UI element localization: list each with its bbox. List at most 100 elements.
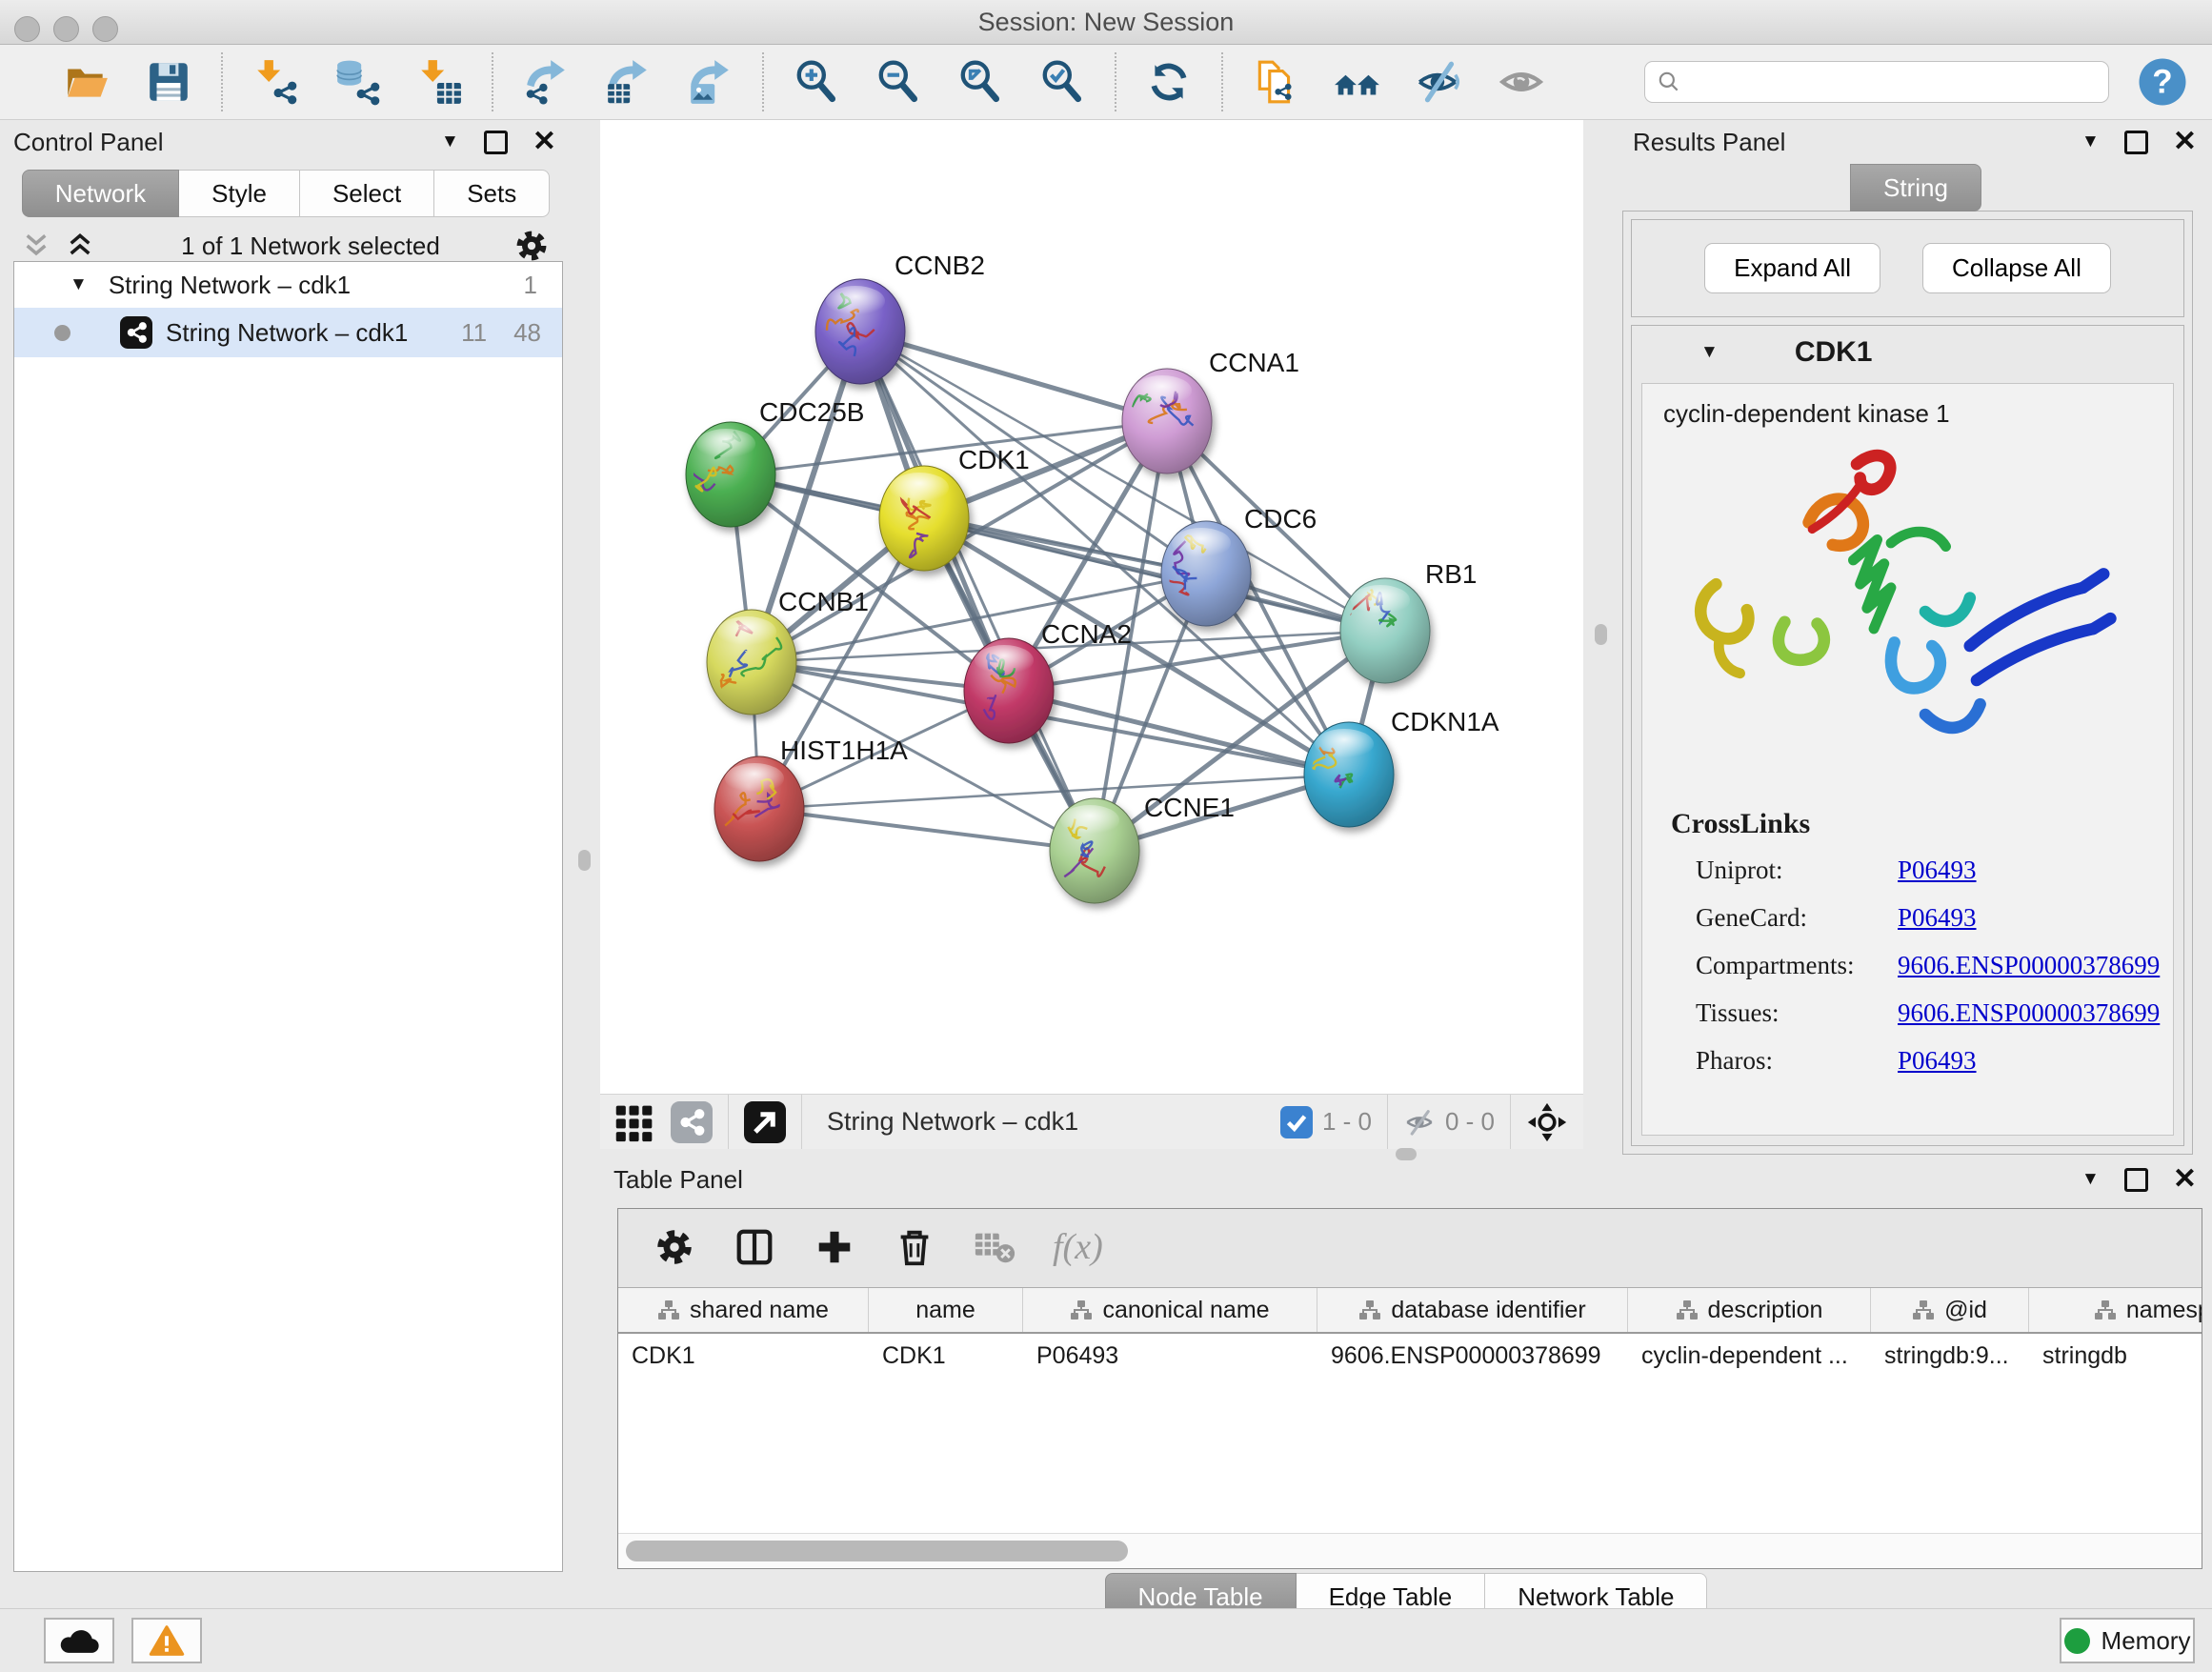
table-cell[interactable]: CDK1: [869, 1334, 1023, 1378]
crosslink-link[interactable]: 9606.ENSP00000378699: [1898, 998, 2160, 1028]
left-splitter-handle[interactable]: [578, 850, 591, 871]
results-panel-menu-icon[interactable]: ▼: [2081, 131, 2100, 152]
export-network-icon[interactable]: [522, 58, 570, 106]
save-session-icon[interactable]: [145, 58, 192, 106]
open-in-window-icon[interactable]: [744, 1101, 786, 1143]
import-network-from-file-icon[interactable]: [251, 58, 299, 106]
memory-button[interactable]: Memory: [2060, 1618, 2195, 1663]
hide-selected-icon[interactable]: [1416, 58, 1463, 106]
fit-navigator-icon[interactable]: [1526, 1101, 1568, 1143]
table-cell[interactable]: cyclin-dependent ...: [1628, 1334, 1871, 1378]
node-CDC25B[interactable]: [679, 422, 775, 527]
table-horizontal-scrollbar[interactable]: [618, 1533, 2202, 1568]
delete-table-icon[interactable]: [973, 1225, 1016, 1269]
table-cell[interactable]: stringdb:9...: [1871, 1334, 2029, 1378]
network-canvas[interactable]: CCNB2 CCNA1 CDC25B CDK1 CDC6 RB1: [600, 120, 1583, 1094]
show-columns-icon[interactable]: [733, 1225, 776, 1269]
network-options-gear-icon[interactable]: [513, 227, 551, 265]
results-panel-close-icon[interactable]: ✕: [2173, 128, 2197, 156]
function-builder-icon[interactable]: f(x): [1053, 1226, 1103, 1268]
search-input[interactable]: [1681, 68, 2108, 97]
results-panel-float-icon[interactable]: [2124, 131, 2148, 154]
warning-status-button[interactable]: [131, 1618, 202, 1663]
import-network-from-database-icon[interactable]: [333, 58, 381, 106]
window-zoom-button[interactable]: [92, 16, 118, 42]
import-table-from-file-icon[interactable]: [415, 58, 463, 106]
expand-all-button[interactable]: Expand All: [1704, 243, 1880, 293]
window-minimize-button[interactable]: [53, 16, 79, 42]
control-panel-menu-icon[interactable]: ▼: [441, 131, 459, 152]
zoom-out-icon[interactable]: [875, 58, 922, 106]
zoom-fit-icon[interactable]: [956, 58, 1004, 106]
tab-style[interactable]: Style: [179, 170, 300, 217]
node-CCNB1[interactable]: [707, 610, 796, 715]
table-cell[interactable]: stringdb: [2029, 1334, 2202, 1378]
search-box[interactable]: [1644, 61, 2109, 103]
collapse-all-networks-icon[interactable]: [21, 231, 51, 261]
column-header-database-identifier[interactable]: database identifier: [1317, 1288, 1628, 1332]
node-entry-header[interactable]: ▼ CDK1: [1632, 326, 2183, 379]
tab-select[interactable]: Select: [300, 170, 434, 217]
node-CDK1[interactable]: [879, 466, 969, 571]
scrollbar-thumb[interactable]: [626, 1541, 1128, 1561]
node-CDKN1A[interactable]: [1299, 722, 1394, 827]
edge-CCNB2-CCNE1[interactable]: [860, 332, 1095, 851]
crosslink-link[interactable]: P06493: [1898, 856, 1977, 885]
crosslink-link[interactable]: P06493: [1898, 1046, 1977, 1076]
node-CCNA1[interactable]: [1122, 369, 1212, 473]
window-close-button[interactable]: [14, 16, 40, 42]
right-splitter-handle[interactable]: [1595, 624, 1607, 645]
network-collection-row[interactable]: ▼ String Network – cdk1 1: [14, 262, 562, 308]
network-row-selected[interactable]: String Network – cdk1 11 48: [14, 308, 562, 357]
crosslink-link[interactable]: 9606.ENSP00000378699: [1898, 951, 2160, 980]
column-header-canonical-name[interactable]: canonical name: [1023, 1288, 1317, 1332]
selected-checkbox-icon[interactable]: [1280, 1106, 1313, 1138]
node-CCNA2[interactable]: [964, 638, 1054, 743]
node-CCNE1[interactable]: [1050, 798, 1139, 903]
table-options-gear-icon[interactable]: [653, 1225, 696, 1269]
table-panel-menu-icon[interactable]: ▼: [2081, 1169, 2100, 1190]
network-overview-icon[interactable]: [671, 1101, 713, 1143]
delete-column-trash-icon[interactable]: [893, 1225, 936, 1269]
table-cell[interactable]: P06493: [1023, 1334, 1317, 1378]
export-table-icon[interactable]: [604, 58, 652, 106]
entry-collapse-icon[interactable]: ▼: [1700, 342, 1719, 363]
column-header-description[interactable]: description: [1628, 1288, 1871, 1332]
tab-sets[interactable]: Sets: [434, 170, 550, 217]
table-panel-float-icon[interactable]: [2124, 1168, 2148, 1192]
table-panel-close-icon[interactable]: ✕: [2173, 1165, 2197, 1194]
node-HIST1H1A[interactable]: [714, 756, 804, 861]
column-header-shared-name[interactable]: shared name: [618, 1288, 869, 1332]
zoom-in-icon[interactable]: [793, 58, 840, 106]
expand-all-networks-icon[interactable]: [65, 231, 95, 261]
control-panel-close-icon[interactable]: ✕: [533, 128, 556, 156]
birdseye-grid-icon[interactable]: [613, 1101, 655, 1143]
edge-HIST1H1A-CCNE1[interactable]: [759, 809, 1095, 851]
crosslink-link[interactable]: P06493: [1898, 903, 1977, 933]
column-header-namespace[interactable]: namespace: [2029, 1288, 2202, 1332]
node-CCNB2[interactable]: [815, 279, 905, 384]
node-table[interactable]: shared namenamecanonical namedatabase id…: [618, 1287, 2202, 1568]
column-header--id[interactable]: @id: [1871, 1288, 2029, 1332]
clone-network-icon[interactable]: [1252, 58, 1299, 106]
hidden-eye-slash-icon[interactable]: [1403, 1106, 1436, 1138]
network-graph[interactable]: CCNB2 CCNA1 CDC25B CDK1 CDC6 RB1: [600, 120, 1583, 1094]
table-cell[interactable]: 9606.ENSP00000378699: [1317, 1334, 1628, 1378]
collection-expand-icon[interactable]: ▼: [70, 274, 88, 295]
column-header-name[interactable]: name: [869, 1288, 1023, 1332]
open-session-icon[interactable]: [63, 58, 111, 106]
control-panel-float-icon[interactable]: [484, 131, 508, 154]
refresh-view-icon[interactable]: [1145, 58, 1193, 106]
help-icon[interactable]: ?: [2136, 55, 2189, 109]
first-neighbors-icon[interactable]: [1334, 58, 1381, 106]
show-hidden-icon[interactable]: [1498, 58, 1545, 106]
table-cell[interactable]: CDK1: [618, 1334, 869, 1378]
edge-CCNB2-CCNA1[interactable]: [860, 332, 1167, 421]
table-row[interactable]: CDK1CDK1P064939606.ENSP00000378699cyclin…: [618, 1334, 2202, 1378]
collapse-all-button[interactable]: Collapse All: [1922, 243, 2111, 293]
add-column-icon[interactable]: [813, 1225, 856, 1269]
node-RB1[interactable]: [1340, 578, 1430, 683]
results-tab-string[interactable]: String: [1850, 164, 1981, 212]
zoom-selected-icon[interactable]: [1038, 58, 1086, 106]
cloud-status-button[interactable]: [44, 1618, 114, 1663]
